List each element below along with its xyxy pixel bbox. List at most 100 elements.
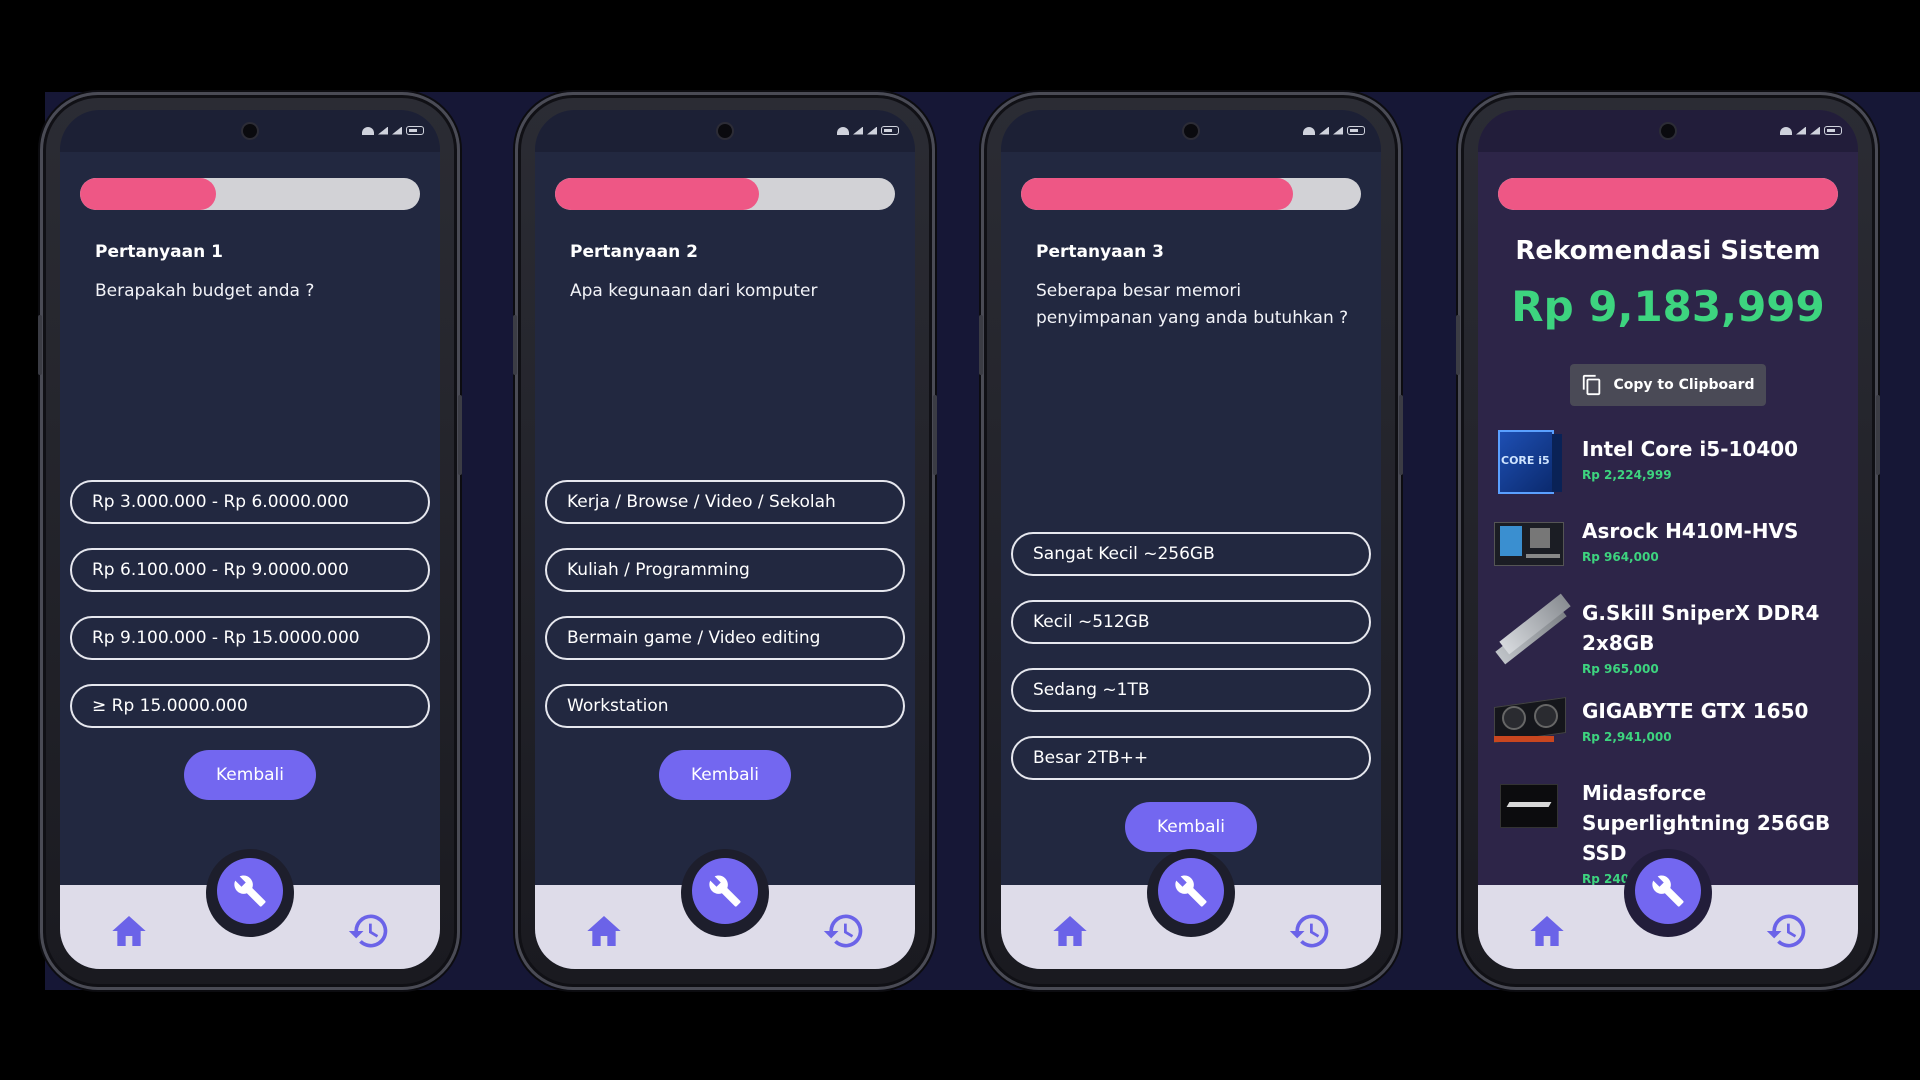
battery-icon xyxy=(1347,126,1365,135)
answer-option[interactable]: Kerja / Browse / Video / Sekolah xyxy=(545,480,905,524)
battery-icon xyxy=(1824,126,1842,135)
question-text: Apa kegunaan dari komputer xyxy=(570,281,818,301)
wifi-icon xyxy=(1780,126,1792,135)
front-camera xyxy=(716,122,734,140)
recommendation-screen: Rekomendasi Sistem Rp 9,183,999 Copy to … xyxy=(1478,110,1858,969)
wifi-icon xyxy=(362,126,374,135)
question-text: Seberapa besar memori penyimpanan yang a… xyxy=(1036,281,1349,328)
list-item[interactable]: GIGABYTE GTX 1650 Rp 2,941,000 xyxy=(1492,690,1852,758)
answer-options: Sangat Kecil ~256GB Kecil ~512GB Sedang … xyxy=(1011,532,1371,804)
signal-icon xyxy=(853,126,863,135)
back-button[interactable]: Kembali xyxy=(659,750,791,800)
quiz-screen-1: Pertanyaan 1 Berapakah budget anda ? Rp … xyxy=(60,110,440,969)
answer-option[interactable]: Sedang ~1TB xyxy=(1011,668,1371,712)
status-bar xyxy=(1478,110,1858,152)
answer-option[interactable]: Bermain game / Video editing xyxy=(545,616,905,660)
signal-icon xyxy=(1796,126,1806,135)
wrench-fab-button[interactable] xyxy=(217,858,283,924)
history-icon[interactable] xyxy=(1764,909,1810,953)
product-name: Intel Core i5-10400 xyxy=(1582,437,1799,461)
wifi-icon xyxy=(837,126,849,135)
progress-fill xyxy=(1498,178,1838,210)
answer-option[interactable]: ≥ Rp 15.0000.000 xyxy=(70,684,430,728)
answer-options: Rp 3.000.000 - Rp 6.0000.000 Rp 6.100.00… xyxy=(70,480,430,752)
product-price: Rp 2,941,000 xyxy=(1582,730,1672,744)
signal-icon xyxy=(1810,126,1820,135)
answer-option[interactable]: Kuliah / Programming xyxy=(545,548,905,592)
product-name: Midasforce Superlightning 256GB SSD xyxy=(1582,781,1831,865)
ram-icon xyxy=(1492,592,1571,665)
status-bar xyxy=(535,110,915,152)
answer-option[interactable]: Kecil ~512GB xyxy=(1011,600,1371,644)
question-number: Pertanyaan 1 xyxy=(95,242,223,262)
battery-icon xyxy=(881,126,899,135)
signal-icon xyxy=(392,126,402,135)
progress-fill xyxy=(555,178,759,210)
answer-option[interactable]: Workstation xyxy=(545,684,905,728)
status-bar xyxy=(60,110,440,152)
motherboard-icon xyxy=(1492,510,1568,578)
product-name: Asrock H410M-HVS xyxy=(1582,519,1799,543)
product-price: Rp 964,000 xyxy=(1582,550,1659,564)
phone-1: Pertanyaan 1 Berapakah budget anda ? Rp … xyxy=(38,92,462,990)
history-icon[interactable] xyxy=(346,909,392,953)
wrench-icon xyxy=(709,875,741,907)
home-icon[interactable] xyxy=(1049,911,1091,951)
home-icon[interactable] xyxy=(108,911,150,951)
front-camera xyxy=(1659,122,1677,140)
signal-icon xyxy=(1319,126,1329,135)
history-icon[interactable] xyxy=(821,909,867,953)
recommendation-title: Rekomendasi Sistem xyxy=(1515,236,1821,266)
list-item[interactable]: CORE i5 Intel Core i5-10400 Rp 2,224,999 xyxy=(1492,428,1852,496)
answer-options: Kerja / Browse / Video / Sekolah Kuliah … xyxy=(545,480,905,752)
wrench-fab-button[interactable] xyxy=(692,858,758,924)
list-item[interactable]: Asrock H410M-HVS Rp 964,000 xyxy=(1492,510,1852,578)
quiz-screen-3: Pertanyaan 3 Seberapa besar memori penyi… xyxy=(1001,110,1381,969)
product-price: Rp 240,000 xyxy=(1582,872,1659,886)
back-button[interactable]: Kembali xyxy=(184,750,316,800)
copy-to-clipboard-button[interactable]: Copy to Clipboard xyxy=(1570,364,1766,406)
home-icon[interactable] xyxy=(583,911,625,951)
wrench-icon xyxy=(1175,875,1207,907)
product-price: Rp 965,000 xyxy=(1582,662,1659,676)
wrench-fab-button[interactable] xyxy=(1158,858,1224,924)
product-list: CORE i5 Intel Core i5-10400 Rp 2,224,999… xyxy=(1492,428,1852,900)
progress-bar xyxy=(555,178,895,210)
copy-icon xyxy=(1583,374,1601,396)
question-number: Pertanyaan 2 xyxy=(570,242,698,262)
question-number: Pertanyaan 3 xyxy=(1036,242,1164,262)
front-camera xyxy=(1182,122,1200,140)
wrench-icon xyxy=(1652,875,1684,907)
question-text: Berapakah budget anda ? xyxy=(95,281,315,301)
answer-option[interactable]: Rp 9.100.000 - Rp 15.0000.000 xyxy=(70,616,430,660)
ssd-icon xyxy=(1492,772,1568,840)
wifi-icon xyxy=(1303,126,1315,135)
product-name: G.Skill SniperX DDR4 2x8GB xyxy=(1582,601,1820,655)
signal-icon xyxy=(378,126,388,135)
progress-bar xyxy=(80,178,420,210)
home-icon[interactable] xyxy=(1526,911,1568,951)
battery-icon xyxy=(406,126,424,135)
back-button[interactable]: Kembali xyxy=(1125,802,1257,852)
wrench-fab-button[interactable] xyxy=(1635,858,1701,924)
copy-label: Copy to Clipboard xyxy=(1613,377,1755,393)
progress-fill xyxy=(80,178,216,210)
answer-option[interactable]: Sangat Kecil ~256GB xyxy=(1011,532,1371,576)
answer-option[interactable]: Rp 6.100.000 - Rp 9.0000.000 xyxy=(70,548,430,592)
progress-fill xyxy=(1021,178,1293,210)
total-price: Rp 9,183,999 xyxy=(1511,282,1825,331)
signal-icon xyxy=(867,126,877,135)
product-name: GIGABYTE GTX 1650 xyxy=(1582,699,1809,723)
front-camera xyxy=(241,122,259,140)
history-icon[interactable] xyxy=(1287,909,1333,953)
product-price: Rp 2,224,999 xyxy=(1582,468,1672,482)
answer-option[interactable]: Rp 3.000.000 - Rp 6.0000.000 xyxy=(70,480,430,524)
status-bar xyxy=(1001,110,1381,152)
cpu-box-icon: CORE i5 xyxy=(1492,428,1568,496)
list-item[interactable]: G.Skill SniperX DDR4 2x8GB Rp 965,000 xyxy=(1492,592,1852,676)
wrench-icon xyxy=(234,875,266,907)
answer-option[interactable]: Besar 2TB++ xyxy=(1011,736,1371,780)
progress-bar xyxy=(1498,178,1838,210)
signal-icon xyxy=(1333,126,1343,135)
quiz-screen-2: Pertanyaan 2 Apa kegunaan dari komputer … xyxy=(535,110,915,969)
